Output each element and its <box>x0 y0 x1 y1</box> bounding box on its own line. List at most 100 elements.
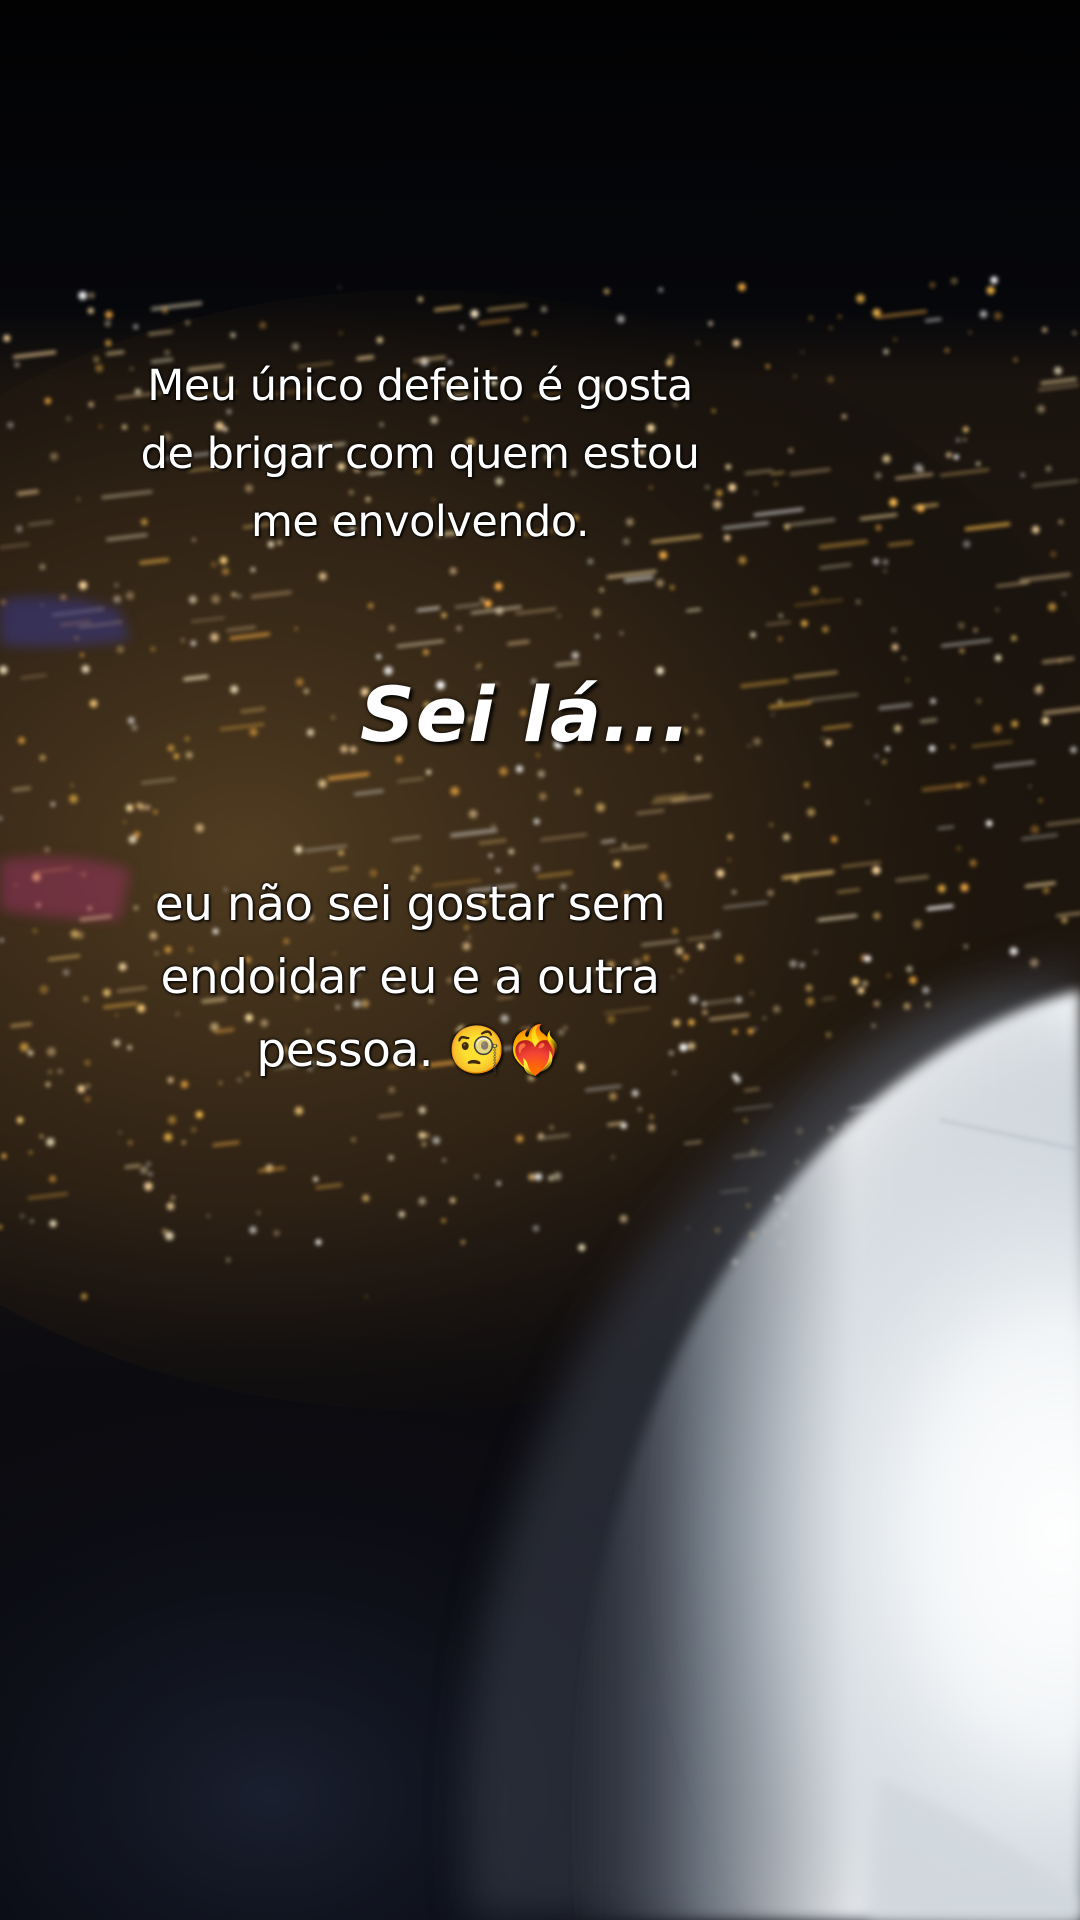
city-light <box>426 769 432 775</box>
city-light <box>488 853 493 858</box>
city-light <box>1061 916 1068 924</box>
city-light <box>340 745 348 753</box>
city-light <box>801 620 808 627</box>
city-light <box>190 640 197 646</box>
city-light <box>259 321 267 329</box>
city-light <box>171 1196 175 1200</box>
city-light <box>49 1175 56 1183</box>
city-light <box>825 739 832 746</box>
city-light <box>804 782 810 788</box>
city-light <box>774 481 778 486</box>
city-light <box>257 1211 260 1215</box>
city-light <box>946 452 952 458</box>
city-light <box>306 728 315 737</box>
city-light <box>1037 405 1045 413</box>
city-light <box>456 625 462 631</box>
city-light <box>638 1107 642 1112</box>
city-light <box>956 438 961 443</box>
city-light <box>613 860 621 868</box>
city-light <box>32 928 38 934</box>
city-light <box>808 316 814 321</box>
city-light <box>902 656 906 661</box>
city-light <box>788 447 794 454</box>
city-light <box>499 767 508 776</box>
city-light <box>995 608 999 612</box>
city-light <box>1029 958 1039 968</box>
city-light <box>166 1202 175 1211</box>
city-light <box>418 1197 426 1205</box>
city-light <box>727 834 733 840</box>
city-light <box>937 884 946 893</box>
city-light <box>1020 473 1025 477</box>
city-light <box>822 626 829 633</box>
city-light <box>1054 366 1062 375</box>
city-light <box>979 310 988 318</box>
city-light <box>291 342 300 351</box>
city-light <box>1011 635 1017 641</box>
city-light <box>376 336 383 344</box>
city-light <box>460 325 464 330</box>
city-light <box>541 306 547 313</box>
city-light <box>986 820 993 827</box>
city-light <box>249 728 258 737</box>
city-light-streak <box>124 1164 141 1169</box>
city-light <box>150 646 156 652</box>
city-light <box>968 330 972 335</box>
city-light <box>164 1133 173 1142</box>
city-light <box>269 1164 273 1169</box>
city-light <box>126 804 134 812</box>
city-light <box>769 823 773 827</box>
city-light <box>7 421 14 429</box>
city-light <box>182 1140 186 1145</box>
city-light <box>116 645 125 654</box>
city-light-streak <box>607 1121 624 1127</box>
city-light <box>146 1162 151 1166</box>
city-light <box>88 292 95 299</box>
city-light <box>732 339 740 347</box>
city-light <box>145 805 151 810</box>
city-light <box>295 678 304 686</box>
city-light <box>571 651 579 660</box>
city-light <box>417 296 423 302</box>
city-light <box>113 595 122 604</box>
city-light <box>118 1131 122 1134</box>
city-light <box>994 654 1002 662</box>
city-light <box>484 599 492 608</box>
city-light <box>750 632 756 638</box>
city-light <box>599 587 604 593</box>
city-light <box>181 638 185 642</box>
city-light <box>549 1125 554 1130</box>
city-light <box>872 558 880 565</box>
city-light <box>533 818 540 825</box>
city-light <box>168 1115 177 1125</box>
city-light <box>449 1197 456 1204</box>
city-light <box>210 632 219 642</box>
city-light <box>66 416 71 421</box>
city-light <box>889 498 898 507</box>
city-light <box>422 1142 426 1147</box>
city-light <box>963 438 967 442</box>
city-light <box>18 737 25 744</box>
city-light <box>491 824 496 829</box>
city-light <box>875 755 878 758</box>
city-light <box>388 1086 396 1094</box>
city-light <box>338 286 341 289</box>
city-light <box>882 559 889 565</box>
city-light <box>929 282 936 288</box>
city-light <box>765 364 770 369</box>
city-light <box>148 1172 153 1176</box>
city-light <box>930 698 937 705</box>
city-light <box>801 350 804 354</box>
city-light <box>441 612 447 618</box>
city-light <box>973 628 978 633</box>
city-light <box>735 954 744 963</box>
city-light <box>494 582 503 591</box>
city-light <box>133 831 141 838</box>
city-light <box>882 760 887 764</box>
city-light <box>811 586 819 595</box>
city-light <box>806 808 816 817</box>
city-light <box>528 1173 536 1181</box>
city-light <box>670 585 675 590</box>
city-light <box>294 845 303 854</box>
city-light <box>388 1155 394 1161</box>
